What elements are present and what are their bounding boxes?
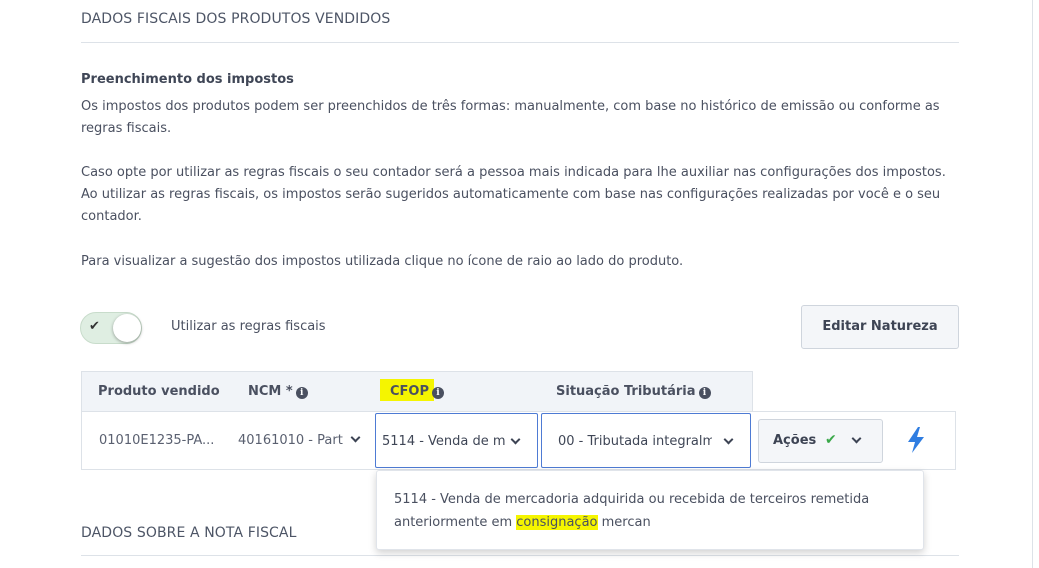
toggle-label: Utilizar as regras fiscais xyxy=(171,319,326,334)
column-header-ncm: NCM * i xyxy=(248,384,308,399)
section-title-nota: DADOS SOBRE A NOTA FISCAL xyxy=(81,525,297,541)
info-heading: Preenchimento dos impostos xyxy=(81,72,294,87)
chevron-down-icon xyxy=(350,432,361,443)
info-paragraph-2: Caso opte por utilizar as regras fiscais… xyxy=(81,165,946,224)
cfop-select[interactable]: 5114 - Venda de m xyxy=(375,413,538,468)
check-icon: ✔ xyxy=(89,319,100,334)
regras-fiscais-toggle[interactable]: ✔ xyxy=(80,312,142,344)
acoes-button[interactable]: Ações ✔ xyxy=(758,419,883,463)
cfop-option[interactable]: 5114 - Venda de mercadoria adquirida ou … xyxy=(394,488,904,534)
chevron-down-icon xyxy=(851,433,862,444)
section-title-produtos: DADOS FISCAIS DOS PRODUTOS VENDIDOS xyxy=(81,11,391,27)
column-header-cfop: CFOP i xyxy=(390,384,444,399)
chevron-down-icon xyxy=(723,434,734,445)
situacao-tributaria-select[interactable]: 00 - Tributada integralm xyxy=(541,413,751,468)
cfop-dropdown: 5114 - Venda de mercadoria adquirida ou … xyxy=(376,470,924,550)
ncm-select[interactable]: 40161010 - Part xyxy=(238,432,361,448)
info-icon[interactable]: i xyxy=(698,387,711,399)
page-right-border xyxy=(1032,0,1033,568)
section-divider xyxy=(81,42,959,43)
editar-natureza-button[interactable]: Editar Natureza xyxy=(801,305,959,349)
info-paragraph-1: Os impostos dos produtos podem ser preen… xyxy=(81,99,940,136)
info-paragraph-3: Para visualizar a sugestão dos impostos … xyxy=(81,254,684,269)
check-icon: ✔ xyxy=(825,432,837,448)
chevron-down-icon xyxy=(510,434,521,445)
lightning-bolt-icon[interactable] xyxy=(905,426,927,454)
column-header-situacao: Situação Tributária i xyxy=(556,384,711,399)
section-divider xyxy=(81,555,959,556)
column-header-produto: Produto vendido xyxy=(98,384,220,399)
info-icon[interactable]: i xyxy=(432,387,444,399)
cell-produto: 01010E1235-PA... xyxy=(99,433,215,448)
toggle-knob xyxy=(113,314,141,342)
info-icon[interactable]: i xyxy=(295,387,308,399)
search-highlight: consignação xyxy=(516,515,598,530)
